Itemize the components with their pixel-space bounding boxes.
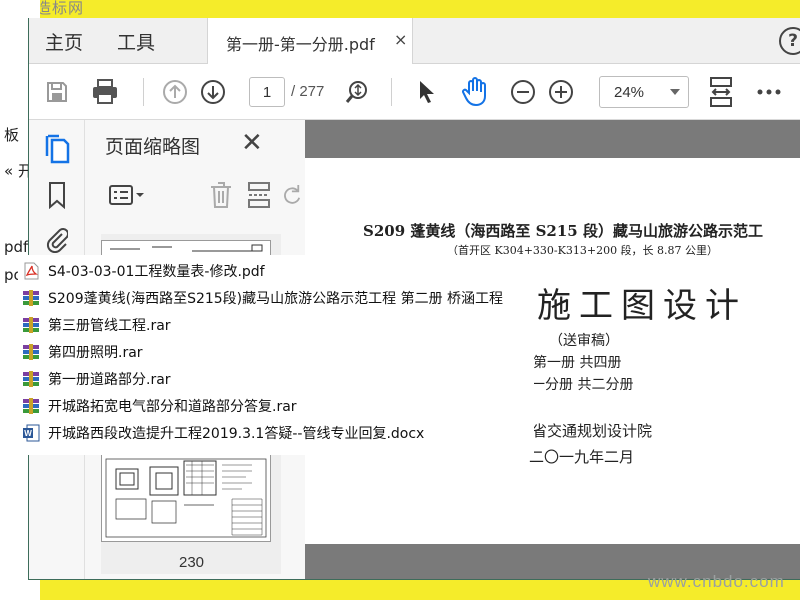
page-total: / 277 <box>291 83 325 100</box>
document-review-note: （送审稿） <box>549 333 619 349</box>
file-name: 开城路拓宽电气部分和道路部分答复.rar <box>48 399 297 415</box>
document-volume: 第一册 共四册 <box>533 355 622 371</box>
next-page-icon[interactable] <box>197 76 229 108</box>
rar-archive-icon <box>23 290 39 306</box>
file-item-pdf[interactable]: S4-03-03-01工程数量表-修改.pdf <box>22 258 265 284</box>
previous-page-icon[interactable] <box>159 76 191 108</box>
document-organization: 东省交通规划设计院 <box>517 422 653 440</box>
rar-archive-icon <box>23 371 39 387</box>
pdf-file-icon <box>24 262 39 280</box>
rar-archive-icon <box>23 317 39 333</box>
file-item-rar[interactable]: S209蓬黄线(海西路至S215段)藏马山旅游公路示范工程 第二册 桥涵工程 <box>22 285 503 311</box>
zoom-out-icon[interactable] <box>507 76 539 108</box>
word-document-icon: W <box>23 424 40 442</box>
tab-document[interactable]: 第一册-第一分册.pdf × <box>207 18 413 64</box>
document-date: 二〇一九年二月 <box>529 448 635 466</box>
thumbnail-page-number: 230 <box>179 554 205 571</box>
svg-text:W: W <box>24 429 32 438</box>
file-list-overlay: S4-03-03-01工程数量表-修改.pdf S209蓬黄线(海西路至S215… <box>18 255 534 455</box>
rar-archive-icon <box>23 398 39 414</box>
file-name: 第四册照明.rar <box>48 345 143 361</box>
file-name: 开城路西段改造提升工程2019.3.1答疑--管线专业回复.docx <box>48 426 425 442</box>
toolbar-separator <box>143 78 144 106</box>
extract-page-icon[interactable] <box>241 180 277 210</box>
page-fit-width-icon[interactable] <box>705 76 737 108</box>
zoom-value: 24% <box>614 84 645 101</box>
top-watermark-strip: 季图造标网 <box>0 0 800 18</box>
file-name: 第三册管线工程.rar <box>48 318 171 334</box>
file-item-rar[interactable]: 第三册管线工程.rar <box>22 312 171 338</box>
file-item-rar[interactable]: 第四册照明.rar <box>22 339 143 365</box>
delete-page-icon[interactable] <box>203 180 239 210</box>
zoom-level-select[interactable]: 24% <box>599 76 689 108</box>
page-number-input[interactable] <box>249 77 285 107</box>
toolbar-separator <box>391 78 392 106</box>
print-icon[interactable] <box>89 76 121 108</box>
tab-home[interactable]: 主页 <box>45 28 83 55</box>
watermark-bottom: www.cnbdo.com <box>648 572 785 591</box>
attachment-icon[interactable] <box>43 224 71 254</box>
save-icon[interactable] <box>41 76 73 108</box>
main-toolbar: / 277 24% <box>29 64 800 120</box>
rar-archive-icon <box>23 344 39 360</box>
document-title: S209 蓬黄线（海西路至 S215 段）藏马山旅游公路示范工 <box>363 222 763 240</box>
tab-tools[interactable]: 工具 <box>117 28 155 55</box>
thumbnail-page-230[interactable] <box>101 454 271 542</box>
tab-bar: 主页 工具 第一册-第一分册.pdf × ? <box>29 18 800 64</box>
zoom-in-icon[interactable] <box>545 76 577 108</box>
rotate-page-icon[interactable] <box>281 180 301 210</box>
bg-text-1: 板 <box>4 126 20 144</box>
file-item-rar[interactable]: 开城路拓宽电气部分和道路部分答复.rar <box>22 393 297 419</box>
close-panel-icon[interactable]: ✕ <box>241 130 263 156</box>
document-heading: 施工图设计 <box>537 286 747 326</box>
hand-tool-icon[interactable] <box>459 76 491 108</box>
fit-page-search-icon[interactable] <box>341 76 373 108</box>
help-icon[interactable]: ? <box>779 27 800 55</box>
file-item-rar[interactable]: 第一册道路部分.rar <box>22 366 171 392</box>
select-cursor-icon[interactable] <box>411 76 443 108</box>
thumbnail-panel-title: 页面缩略图 <box>105 136 201 158</box>
document-tab-label: 第一册-第一分册.pdf <box>226 35 375 54</box>
more-options-icon[interactable] <box>753 76 785 108</box>
page-gap-top <box>305 120 800 158</box>
page-thumbnails-icon[interactable] <box>43 134 71 164</box>
chevron-down-icon <box>670 89 680 95</box>
bookmark-icon[interactable] <box>43 180 71 210</box>
file-name: S209蓬黄线(海西路至S215段)藏马山旅游公路示范工程 第二册 桥涵工程 <box>48 291 504 307</box>
close-tab-button[interactable]: × <box>394 30 407 49</box>
bg-text-3: pdf <box>4 238 29 256</box>
thumbnail-options-icon[interactable] <box>105 180 149 210</box>
file-item-docx[interactable]: W 开城路西段改造提升工程2019.3.1答疑--管线专业回复.docx <box>22 420 424 446</box>
document-sub-volume: 第一分册 共二分册 <box>517 377 634 393</box>
file-name: S4-03-03-01工程数量表-修改.pdf <box>48 264 265 280</box>
file-name: 第一册道路部分.rar <box>48 372 171 388</box>
